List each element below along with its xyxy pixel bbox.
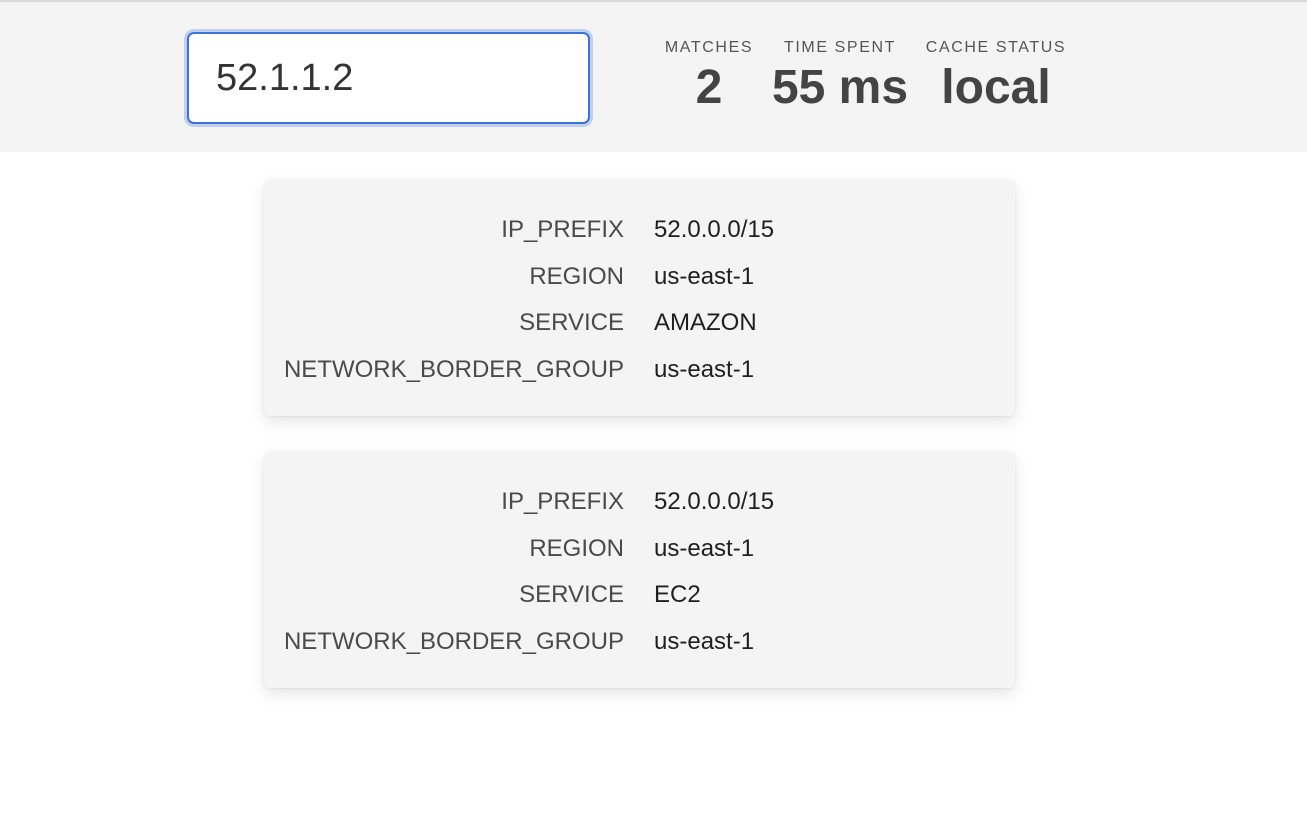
field-key: REGION	[529, 535, 624, 562]
field-key: IP_PREFIX	[501, 488, 624, 515]
field-key: SERVICE	[519, 309, 624, 336]
time-spent-value: 55 ms	[771, 61, 909, 114]
result-card: IP_PREFIX 52.0.0.0/15 REGION us-east-1 S…	[264, 180, 1015, 416]
result-row-region: REGION us-east-1	[264, 529, 1015, 569]
field-value: AMAZON	[654, 309, 757, 336]
field-value: us-east-1	[654, 535, 755, 562]
field-key: SERVICE	[519, 581, 624, 608]
field-value: EC2	[654, 581, 701, 608]
field-value: us-east-1	[654, 628, 755, 655]
result-row-ip-prefix: IP_PREFIX 52.0.0.0/15	[264, 482, 1015, 522]
field-value: 52.0.0.0/15	[654, 216, 775, 243]
time-spent-label: TIME SPENT	[783, 39, 896, 56]
search-header: MATCHES 2 TIME SPENT 55 ms CACHE STATUS …	[0, 2, 1307, 152]
field-value: us-east-1	[654, 356, 755, 383]
result-row-region: REGION us-east-1	[264, 257, 1015, 297]
matches-label: MATCHES	[664, 39, 754, 56]
field-value: us-east-1	[654, 263, 755, 290]
ip-search-input[interactable]	[187, 32, 590, 124]
cache-status-stat: CACHE STATUS local	[920, 38, 1072, 116]
matches-stat: MATCHES 2	[660, 38, 758, 116]
result-row-network-border-group: NETWORK_BORDER_GROUP us-east-1	[264, 350, 1015, 390]
field-key: REGION	[529, 263, 624, 290]
cache-status-value: local	[941, 61, 1051, 114]
result-row-service: SERVICE EC2	[264, 575, 1015, 615]
field-key: IP_PREFIX	[501, 216, 624, 243]
field-value: 52.0.0.0/15	[654, 488, 775, 515]
cache-status-label: CACHE STATUS	[925, 39, 1067, 56]
matches-value: 2	[695, 61, 723, 114]
field-key: NETWORK_BORDER_GROUP	[283, 356, 624, 383]
result-row-network-border-group: NETWORK_BORDER_GROUP us-east-1	[264, 622, 1015, 662]
result-card: IP_PREFIX 52.0.0.0/15 REGION us-east-1 S…	[264, 452, 1015, 688]
time-spent-stat: TIME SPENT 55 ms	[770, 38, 910, 116]
result-row-ip-prefix: IP_PREFIX 52.0.0.0/15	[264, 210, 1015, 250]
result-row-service: SERVICE AMAZON	[264, 303, 1015, 343]
field-key: NETWORK_BORDER_GROUP	[283, 628, 624, 655]
